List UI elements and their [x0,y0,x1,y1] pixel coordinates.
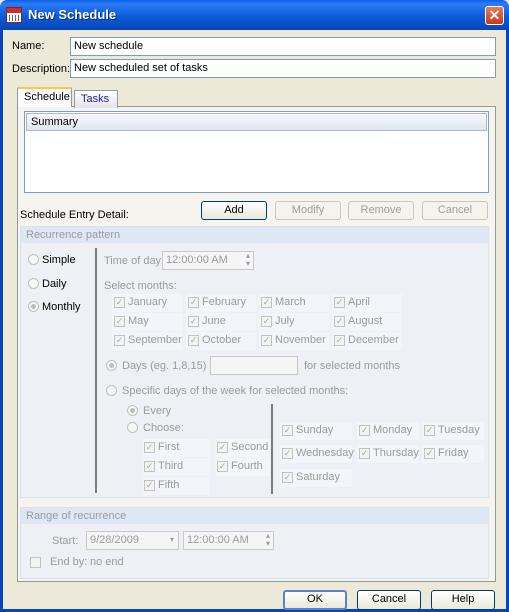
summary-column-header[interactable]: Summary [26,113,487,131]
weekday-friday[interactable]: ✓ Friday [422,445,484,463]
time-of-day-input[interactable]: 12:00:00 AM ▴ ▾ [162,251,254,270]
start-time-input[interactable]: 12:00:00 AM ▴ ▾ [183,531,274,550]
ok-button[interactable]: OK [283,590,347,610]
monthly-label: Monthly [42,301,81,313]
daily-label: Daily [42,278,67,290]
description-label: Description: [12,63,71,75]
spinner-icon[interactable]: ▴ ▾ [246,252,250,268]
end-by-value: no end [90,556,124,568]
window-title: New Schedule [28,7,117,22]
month-february[interactable]: ✓ February [186,294,256,312]
every-radio[interactable] [127,405,138,416]
weekday-sunday[interactable]: ✓ Sunday [280,422,352,440]
start-time-value: 12:00:00 AM [187,534,249,546]
month-october[interactable]: ✓ October [186,332,256,350]
end-by-checkbox[interactable] [30,557,41,568]
weekday-monday[interactable]: ✓ Monday [357,422,419,440]
specific-days-radio[interactable] [106,385,117,396]
ordinal-fifth[interactable]: ✓ Fifth [142,477,210,495]
cancel-entry-button[interactable]: Cancel [422,201,488,220]
type-separator [95,248,97,493]
every-label: Every [143,405,172,417]
help-button[interactable]: Help [431,590,495,610]
time-of-day-label: Time of day: [104,255,165,267]
cancel-button[interactable]: Cancel [357,590,421,610]
weekday-tuesday[interactable]: ✓ Tuesday [422,422,484,440]
ordinal-second[interactable]: ✓ Second [215,439,270,457]
add-button[interactable]: Add [201,201,267,220]
month-july[interactable]: ✓ July [259,313,329,331]
remove-button[interactable]: Remove [348,201,414,220]
select-months-label: Select months: [104,280,177,292]
range-title: Range of recurrence [26,510,127,522]
description-input[interactable]: New scheduled set of tasks [70,59,496,78]
name-label: Name: [12,40,45,52]
end-by-label: End by: [50,556,88,568]
month-may[interactable]: ✓ May [112,313,182,331]
days-radio[interactable] [106,360,117,371]
ordinal-third[interactable]: ✓ Third [142,458,210,476]
ordinal-first[interactable]: ✓ First [142,439,210,457]
weekday-wednesday[interactable]: ✓ Wednesday [280,445,354,463]
days-suffix-label: for selected months [304,360,400,372]
schedule-entry-detail-label: Schedule Entry Detail: [20,209,129,221]
month-november[interactable]: ✓ November [259,332,329,350]
specific-days-label: Specific days of the week for selected m… [122,385,349,397]
modify-button[interactable]: Modify [275,201,341,220]
month-december[interactable]: ✓ December [332,332,402,350]
start-date-input[interactable]: 9/28/2009 ▾ [86,531,179,550]
daily-radio[interactable] [28,278,39,289]
month-june[interactable]: ✓ June [186,313,256,331]
weekday-separator [271,404,273,494]
start-date-value: 9/28/2009 [90,534,139,546]
calendar-icon [6,7,22,23]
choose-label: Choose: [143,422,184,434]
spinner-icon[interactable]: ▴ ▾ [266,532,270,548]
choose-radio[interactable] [127,422,138,433]
dropdown-arrow-icon[interactable]: ▾ [170,535,174,544]
days-input[interactable] [210,356,298,375]
month-march[interactable]: ✓ March [259,294,329,312]
weekday-thursday[interactable]: ✓ Thursday [357,445,419,463]
close-button[interactable]: ✕ [485,6,504,25]
month-august[interactable]: ✓ August [332,313,402,331]
simple-label: Simple [42,254,76,266]
name-input[interactable]: New schedule [70,37,496,56]
month-april[interactable]: ✓ April [332,294,402,312]
weekday-saturday[interactable]: ✓ Saturday [280,469,352,487]
ordinal-fourth[interactable]: ✓ Fourth [215,458,270,476]
month-september[interactable]: ✓ September [112,332,182,350]
recurrence-title: Recurrence pattern [26,229,121,241]
month-january[interactable]: ✓ January [112,294,182,312]
start-label: Start: [52,535,79,547]
tab-schedule[interactable]: Schedule [17,87,72,107]
time-of-day-value: 12:00:00 AM [166,254,228,266]
monthly-radio[interactable] [28,301,39,312]
tab-tasks[interactable]: Tasks [74,90,118,108]
simple-radio[interactable] [28,254,39,265]
days-label: Days (eg. 1,8,15) [122,360,207,372]
